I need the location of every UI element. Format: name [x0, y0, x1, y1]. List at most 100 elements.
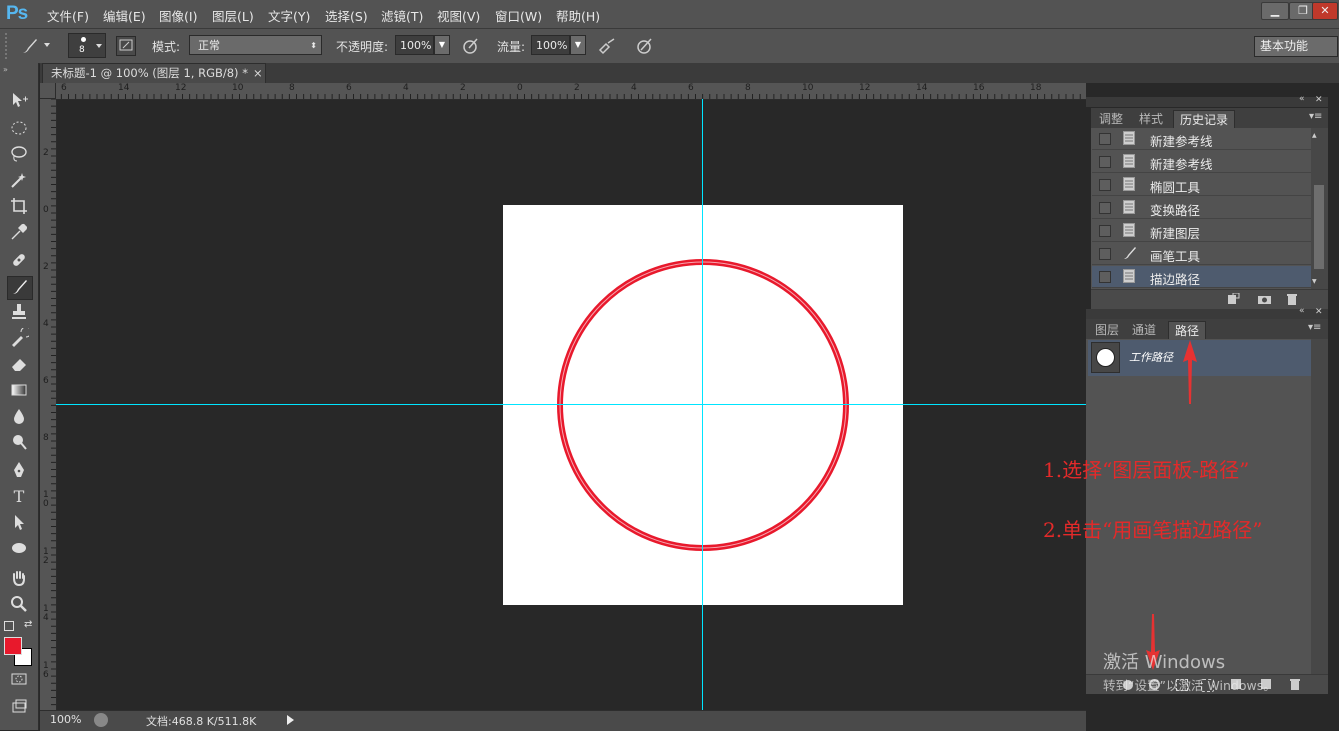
history-source-checkbox[interactable] — [1099, 225, 1111, 237]
foreground-color-swatch[interactable] — [4, 637, 22, 655]
history-state-row[interactable]: 变换路径 — [1092, 197, 1311, 219]
ruler-tick-label: 4 — [403, 83, 409, 93]
panel-group-header-bottom: « ✕ — [1086, 306, 1328, 319]
menu-layer[interactable]: 图层(L) — [212, 6, 254, 25]
eraser-tool-icon[interactable] — [7, 354, 31, 376]
magic-wand-tool-icon[interactable] — [7, 170, 31, 192]
tab-paths[interactable]: 路径 — [1168, 321, 1207, 339]
brush-preset-icon[interactable] — [20, 36, 40, 56]
brush-panel-toggle-icon[interactable] — [116, 36, 136, 56]
crop-tool-icon[interactable] — [7, 196, 31, 218]
dodge-tool-icon[interactable] — [7, 432, 31, 454]
type-tool-icon[interactable]: T — [7, 486, 31, 508]
history-source-checkbox[interactable] — [1099, 156, 1111, 168]
menu-edit[interactable]: 编辑(E) — [103, 6, 146, 25]
swap-colors-icon[interactable]: ⇄ — [24, 619, 32, 630]
scroll-thumb[interactable] — [1314, 185, 1324, 269]
tab-channels[interactable]: 通道 — [1132, 321, 1156, 339]
panel-group-header-top: « ✕ — [1086, 94, 1328, 107]
scroll-down-icon[interactable]: ▼ — [1312, 278, 1317, 285]
history-state-row[interactable]: 椭圆工具 — [1092, 174, 1311, 196]
minimize-button[interactable]: ▁ — [1261, 2, 1289, 20]
menu-type[interactable]: 文字(Y) — [268, 6, 310, 25]
menu-help[interactable]: 帮助(H) — [556, 6, 600, 25]
tab-styles[interactable]: 样式 — [1139, 110, 1163, 128]
opacity-input[interactable]: 100% — [395, 35, 434, 55]
menu-select[interactable]: 选择(S) — [325, 6, 368, 25]
ruler-origin[interactable] — [40, 83, 56, 99]
paths-scrollbar[interactable] — [1311, 339, 1328, 674]
document-tab[interactable]: 未标题-1 @ 100% (图层 1, RGB/8) * × — [42, 63, 266, 83]
flow-input[interactable]: 100% — [531, 35, 570, 55]
trash-icon[interactable] — [1286, 293, 1298, 309]
quick-mask-icon[interactable] — [7, 669, 31, 691]
collapse-toolbox-icon[interactable]: » — [3, 65, 8, 74]
menu-file[interactable]: 文件(F) — [47, 6, 89, 25]
new-document-from-state-icon[interactable] — [1227, 292, 1241, 308]
opacity-pressure-icon[interactable] — [461, 36, 481, 56]
path-selection-tool-icon[interactable] — [7, 512, 31, 534]
workspace-switcher[interactable]: 基本功能 — [1254, 36, 1338, 57]
default-colors-icon[interactable] — [4, 621, 14, 631]
history-state-row[interactable]: 新建参考线 — [1092, 128, 1311, 150]
close-tab-icon[interactable]: × — [253, 64, 263, 82]
document-canvas[interactable] — [503, 205, 903, 605]
move-tool-icon[interactable] — [7, 90, 31, 112]
history-state-row[interactable]: 新建图层 — [1092, 220, 1311, 242]
tab-adjustments[interactable]: 调整 — [1099, 110, 1123, 128]
pen-tool-icon[interactable] — [7, 460, 31, 482]
ruler-tick-label: 8 — [43, 433, 49, 443]
history-source-checkbox[interactable] — [1099, 202, 1111, 214]
close-button[interactable]: ✕ — [1312, 2, 1338, 20]
history-state-row[interactable]: 新建参考线 — [1092, 151, 1311, 173]
opacity-dropdown[interactable]: ▼ — [434, 35, 450, 55]
menu-filter[interactable]: 滤镜(T) — [381, 6, 423, 25]
close-panel-icon[interactable]: ✕ — [1315, 307, 1323, 317]
collapse-panel-icon[interactable]: « — [1299, 94, 1305, 104]
tab-history[interactable]: 历史记录 — [1173, 110, 1236, 128]
tab-layers[interactable]: 图层 — [1095, 321, 1119, 339]
collapse-panel-icon[interactable]: « — [1299, 306, 1305, 316]
history-scrollbar[interactable]: ▲ ▼ — [1311, 128, 1328, 289]
history-source-checkbox[interactable] — [1099, 271, 1111, 283]
horizontal-guide[interactable] — [56, 404, 1086, 405]
brush-preset-dropdown-icon[interactable] — [44, 43, 50, 47]
lasso-tool-icon[interactable] — [7, 144, 31, 166]
snapshot-camera-icon[interactable] — [1257, 293, 1272, 308]
panel-menu-icon[interactable]: ▾≡ — [1309, 111, 1322, 122]
delete-path-trash-icon[interactable] — [1289, 678, 1301, 694]
status-icon[interactable] — [94, 713, 108, 727]
ellipse-tool-icon[interactable] — [7, 538, 31, 560]
history-state-label: 新建参考线 — [1150, 134, 1213, 149]
hand-tool-icon[interactable] — [7, 568, 31, 590]
scroll-up-icon[interactable]: ▲ — [1312, 132, 1317, 139]
brush-size-picker[interactable]: 8 — [68, 33, 106, 58]
airbrush-icon[interactable] — [597, 36, 617, 56]
size-pressure-icon[interactable] — [635, 36, 655, 56]
panel-menu-icon[interactable]: ▾≡ — [1308, 322, 1321, 333]
eyedropper-tool-icon[interactable] — [7, 222, 31, 244]
marquee-tool-icon[interactable] — [7, 118, 31, 140]
history-state-label: 描边路径 — [1150, 272, 1201, 287]
flow-dropdown[interactable]: ▼ — [570, 35, 586, 55]
gradient-tool-icon[interactable] — [7, 380, 31, 402]
menu-view[interactable]: 视图(V) — [437, 6, 480, 25]
history-source-checkbox[interactable] — [1099, 133, 1111, 145]
menu-image[interactable]: 图像(I) — [159, 6, 197, 25]
mode-select[interactable]: 正常 ⬍ — [189, 35, 322, 55]
blur-tool-icon[interactable] — [7, 406, 31, 428]
status-menu-arrow-icon[interactable] — [287, 715, 294, 725]
close-panel-icon[interactable]: ✕ — [1315, 95, 1323, 105]
history-state-row[interactable]: 画笔工具 — [1092, 243, 1311, 265]
brush-tool-icon[interactable] — [7, 276, 33, 300]
healing-brush-tool-icon[interactable] — [7, 250, 31, 272]
zoom-tool-icon[interactable] — [7, 594, 31, 616]
menu-window[interactable]: 窗口(W) — [495, 6, 542, 25]
screen-mode-icon[interactable] — [7, 696, 31, 718]
zoom-level[interactable]: 100% — [50, 713, 81, 726]
history-state-row[interactable]: 描边路径 — [1092, 266, 1311, 288]
history-source-checkbox[interactable] — [1099, 179, 1111, 191]
history-source-checkbox[interactable] — [1099, 248, 1111, 260]
clone-stamp-tool-icon[interactable] — [7, 302, 31, 324]
history-brush-tool-icon[interactable] — [7, 326, 32, 350]
